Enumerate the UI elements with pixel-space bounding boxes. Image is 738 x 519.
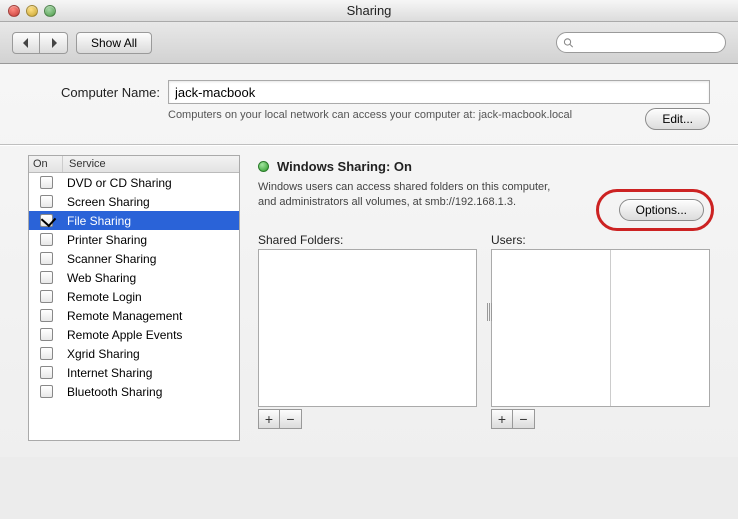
- show-all-button[interactable]: Show All: [76, 32, 152, 54]
- toolbar: Show All: [0, 22, 738, 64]
- service-row[interactable]: File Sharing: [29, 211, 239, 230]
- users-remove-button[interactable]: −: [513, 409, 535, 429]
- edit-button[interactable]: Edit...: [645, 108, 710, 130]
- service-checkbox[interactable]: [40, 347, 53, 360]
- service-checkbox[interactable]: [40, 309, 53, 322]
- service-checkbox[interactable]: [40, 271, 53, 284]
- shared-remove-button[interactable]: −: [280, 409, 302, 429]
- detail-panel: Windows Sharing: On Windows users can ac…: [258, 155, 710, 441]
- service-row[interactable]: Remote Login: [29, 287, 239, 306]
- service-checkbox[interactable]: [40, 366, 53, 379]
- search-icon: [563, 37, 574, 49]
- service-row[interactable]: DVD or CD Sharing: [29, 173, 239, 192]
- service-checkbox[interactable]: [40, 385, 53, 398]
- shared-folders-list[interactable]: [258, 249, 477, 407]
- service-label: Remote Login: [63, 290, 235, 304]
- service-label: Scanner Sharing: [63, 252, 235, 266]
- nav-segment: [12, 32, 68, 54]
- service-row[interactable]: Remote Management: [29, 306, 239, 325]
- shared-folders-label: Shared Folders:: [258, 233, 477, 247]
- users-label: Users:: [491, 233, 710, 247]
- service-row[interactable]: Internet Sharing: [29, 363, 239, 382]
- service-row[interactable]: Screen Sharing: [29, 192, 239, 211]
- shared-add-button[interactable]: +: [258, 409, 280, 429]
- service-row[interactable]: Bluetooth Sharing: [29, 382, 239, 401]
- service-label: Printer Sharing: [63, 233, 235, 247]
- service-checkbox[interactable]: [40, 176, 53, 189]
- service-checkbox[interactable]: [40, 328, 53, 341]
- service-label: Screen Sharing: [63, 195, 235, 209]
- divider: [0, 144, 738, 145]
- services-panel: On Service DVD or CD Sharing Screen Shari…: [28, 155, 240, 441]
- users-list[interactable]: [491, 249, 710, 407]
- service-checkbox[interactable]: [40, 214, 53, 227]
- services-list[interactable]: On Service DVD or CD Sharing Screen Shari…: [28, 155, 240, 441]
- service-label: Remote Management: [63, 309, 235, 323]
- zoom-icon[interactable]: [44, 5, 56, 17]
- search-input[interactable]: [574, 37, 719, 49]
- back-button[interactable]: [12, 32, 40, 54]
- options-button[interactable]: Options...: [619, 199, 704, 221]
- service-row[interactable]: Xgrid Sharing: [29, 344, 239, 363]
- service-row[interactable]: Remote Apple Events: [29, 325, 239, 344]
- computer-name-label: Computer Name:: [28, 85, 160, 100]
- close-icon[interactable]: [8, 5, 20, 17]
- users-add-button[interactable]: +: [491, 409, 513, 429]
- minimize-icon[interactable]: [26, 5, 38, 17]
- status-description: Windows users can access shared folders …: [258, 180, 558, 210]
- service-label: File Sharing: [63, 214, 235, 228]
- service-label: DVD or CD Sharing: [63, 176, 235, 190]
- service-checkbox[interactable]: [40, 252, 53, 265]
- service-checkbox[interactable]: [40, 290, 53, 303]
- chevron-left-icon: [21, 38, 31, 48]
- chevron-right-icon: [49, 38, 59, 48]
- computer-name-hint: Computers on your local network can acce…: [168, 108, 633, 123]
- service-label: Bluetooth Sharing: [63, 385, 235, 399]
- status-text: Windows Sharing: On: [277, 159, 412, 174]
- service-row[interactable]: Scanner Sharing: [29, 249, 239, 268]
- service-row[interactable]: Web Sharing: [29, 268, 239, 287]
- forward-button[interactable]: [40, 32, 68, 54]
- col-header-on: On: [29, 156, 63, 172]
- col-header-service: Service: [63, 156, 239, 172]
- content: Computer Name: Computers on your local n…: [0, 64, 738, 457]
- service-label: Xgrid Sharing: [63, 347, 235, 361]
- computer-name-input[interactable]: [168, 80, 710, 104]
- search-field[interactable]: [556, 32, 726, 53]
- service-label: Web Sharing: [63, 271, 235, 285]
- window-title: Sharing: [0, 3, 738, 18]
- titlebar: Sharing: [0, 0, 738, 22]
- service-label: Remote Apple Events: [63, 328, 235, 342]
- service-row[interactable]: Printer Sharing: [29, 230, 239, 249]
- status-dot-icon: [258, 161, 269, 172]
- service-label: Internet Sharing: [63, 366, 235, 380]
- service-checkbox[interactable]: [40, 195, 53, 208]
- service-checkbox[interactable]: [40, 233, 53, 246]
